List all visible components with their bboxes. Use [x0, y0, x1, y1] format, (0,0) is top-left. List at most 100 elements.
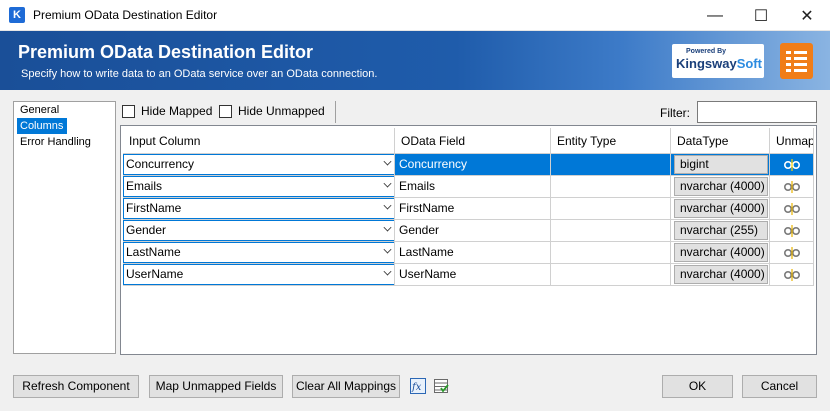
datatype-cell: bigint [671, 154, 770, 176]
brand-suffix: Soft [736, 56, 762, 71]
ok-button[interactable]: OK [662, 375, 733, 398]
unmap-cell[interactable] [770, 264, 814, 286]
expression-icon[interactable]: fx [410, 378, 426, 394]
cancel-button[interactable]: Cancel [742, 375, 817, 398]
input-column-dropdown[interactable]: Emails [123, 176, 394, 197]
banner-subtitle: Specify how to write data to an OData se… [21, 68, 378, 80]
brand-tagline: Powered By [686, 48, 727, 55]
hide-mapped-checkbox[interactable]: Hide Mapped [122, 104, 212, 118]
chevron-down-icon[interactable] [383, 201, 392, 210]
datatype-button[interactable]: nvarchar (4000) [674, 199, 768, 218]
input-column-value: Gender [126, 223, 167, 237]
input-column-dropdown[interactable]: LastName [123, 242, 394, 263]
datatype-button[interactable]: nvarchar (255) [674, 221, 768, 240]
table-row[interactable]: UserName UserName nvarchar (4000) [123, 264, 814, 286]
title-bar: K Premium OData Destination Editor — ☐ ✕ [0, 0, 830, 31]
window-title: Premium OData Destination Editor [33, 8, 218, 22]
datatype-button[interactable]: bigint [674, 155, 768, 174]
unmap-icon[interactable] [782, 224, 802, 238]
section-nav: General Columns Error Handling [13, 101, 116, 354]
input-column-dropdown[interactable]: Concurrency [123, 154, 394, 175]
entity-type-cell[interactable] [551, 242, 671, 264]
unmap-icon[interactable] [782, 268, 802, 282]
clear-all-mappings-button[interactable]: Clear All Mappings [292, 375, 400, 398]
input-column-cell[interactable]: Gender [123, 220, 395, 242]
odata-field-cell: FirstName [395, 198, 551, 220]
header-unmap[interactable]: Unmap [770, 128, 814, 154]
maximize-button[interactable]: ☐ [738, 0, 784, 31]
unmap-cell[interactable] [770, 154, 814, 176]
header-odata-field[interactable]: OData Field [395, 128, 551, 154]
kingswaysoft-logo: Powered By KingswaySoft [672, 44, 764, 78]
datatype-button[interactable]: nvarchar (4000) [674, 265, 768, 284]
chevron-down-icon[interactable] [383, 223, 392, 232]
odata-field-cell: LastName [395, 242, 551, 264]
unmap-cell[interactable] [770, 176, 814, 198]
unmap-cell[interactable] [770, 198, 814, 220]
brand-initial: K [676, 56, 686, 71]
input-column-value: LastName [126, 245, 181, 259]
component-logo-icon [780, 43, 813, 79]
entity-type-cell[interactable] [551, 198, 671, 220]
hide-unmapped-box[interactable] [219, 104, 232, 118]
unmap-icon[interactable] [782, 158, 802, 172]
unmap-icon[interactable] [782, 246, 802, 260]
banner-title: Premium OData Destination Editor [18, 42, 314, 62]
filter-input[interactable] [697, 101, 817, 123]
input-column-cell[interactable]: LastName [123, 242, 395, 264]
table-row[interactable]: Emails Emails nvarchar (4000) [123, 176, 814, 198]
refresh-component-button[interactable]: Refresh Component [13, 375, 139, 398]
brand-mid: ingsway [685, 56, 737, 71]
unmap-icon[interactable] [782, 180, 802, 194]
svg-text:fx: fx [411, 382, 422, 393]
input-column-cell[interactable]: Concurrency [123, 154, 395, 176]
entity-type-cell[interactable] [551, 176, 671, 198]
input-column-dropdown[interactable]: UserName [123, 264, 394, 285]
input-column-value: Concurrency [126, 157, 195, 171]
input-column-cell[interactable]: Emails [123, 176, 395, 198]
input-column-dropdown[interactable]: FirstName [123, 198, 394, 219]
chevron-down-icon[interactable] [383, 157, 392, 166]
close-button[interactable]: ✕ [784, 0, 830, 31]
chevron-down-icon[interactable] [383, 267, 392, 276]
entity-type-cell[interactable] [551, 154, 671, 176]
unmap-cell[interactable] [770, 220, 814, 242]
odata-field-cell: UserName [395, 264, 551, 286]
table-row[interactable]: Gender Gender nvarchar (255) [123, 220, 814, 242]
map-unmapped-fields-button[interactable]: Map Unmapped Fields [149, 375, 283, 398]
odata-field-cell: Gender [395, 220, 551, 242]
unmap-cell[interactable] [770, 242, 814, 264]
table-row[interactable]: Concurrency Concurrency bigint [123, 154, 814, 176]
minimize-button[interactable]: — [692, 0, 738, 31]
header-datatype[interactable]: DataType [671, 128, 770, 154]
table-row[interactable]: FirstName FirstName nvarchar (4000) [123, 198, 814, 220]
datatype-cell: nvarchar (4000) [671, 264, 770, 286]
datatype-button[interactable]: nvarchar (4000) [674, 243, 768, 262]
table-options-icon[interactable] [433, 378, 449, 394]
chevron-down-icon[interactable] [383, 245, 392, 254]
input-column-cell[interactable]: FirstName [123, 198, 395, 220]
hide-unmapped-checkbox[interactable]: Hide Unmapped [219, 104, 325, 118]
table-row[interactable]: LastName LastName nvarchar (4000) [123, 242, 814, 264]
app-icon: K [9, 7, 25, 23]
datatype-button[interactable]: nvarchar (4000) [674, 177, 768, 196]
grid-header: Input Column OData Field Entity Type Dat… [123, 128, 814, 154]
datatype-cell: nvarchar (255) [671, 220, 770, 242]
nav-item-error-handling[interactable]: Error Handling [14, 134, 115, 150]
header-entity-type[interactable]: Entity Type [551, 128, 671, 154]
input-column-cell[interactable]: UserName [123, 264, 395, 286]
toolbar-divider [335, 101, 336, 123]
chevron-down-icon[interactable] [383, 179, 392, 188]
unmap-icon[interactable] [782, 202, 802, 216]
input-column-dropdown[interactable]: Gender [123, 220, 394, 241]
entity-type-cell[interactable] [551, 264, 671, 286]
header-input-column[interactable]: Input Column [123, 128, 395, 154]
nav-item-columns[interactable]: Columns [17, 118, 68, 134]
header-banner: Premium OData Destination Editor Specify… [0, 31, 830, 90]
entity-type-cell[interactable] [551, 220, 671, 242]
odata-field-cell: Concurrency [395, 154, 551, 176]
nav-item-general[interactable]: General [14, 102, 115, 118]
hide-mapped-box[interactable] [122, 104, 135, 118]
input-column-value: UserName [126, 267, 184, 281]
input-column-value: FirstName [126, 201, 182, 215]
